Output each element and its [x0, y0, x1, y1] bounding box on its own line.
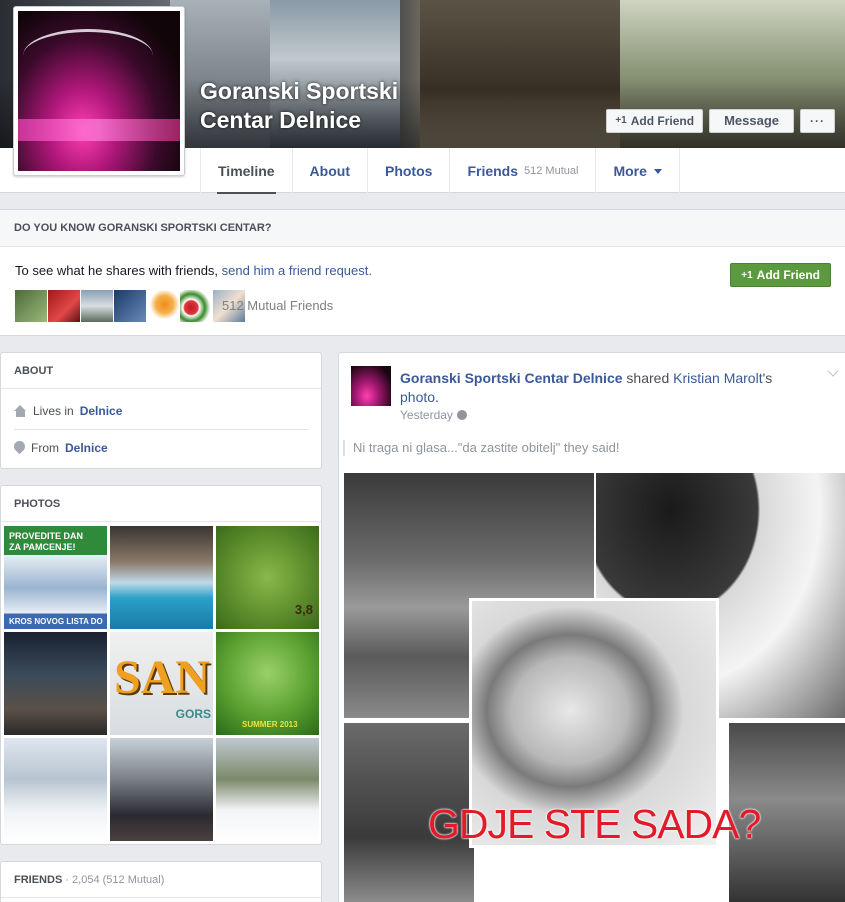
post-timestamp: Yesterday: [400, 408, 467, 422]
tab-timeline[interactable]: Timeline: [200, 148, 293, 194]
photo-caption: SUMMER 2013: [242, 720, 298, 729]
add-friend-icon: +1: [741, 269, 753, 281]
add-friend-label: Add Friend: [756, 268, 820, 282]
from-link[interactable]: Delnice: [65, 441, 108, 455]
photo-thumb[interactable]: SAN GORS: [110, 632, 213, 735]
profile-picture[interactable]: [13, 6, 185, 176]
friend-suggestion-box: DO YOU KNOW GORANSKI SPORTSKI CENTAR? To…: [0, 209, 845, 336]
post-photo[interactable]: GDJE STE SADA?: [344, 473, 845, 902]
friends-count: · 2,054 (512 Mutual): [62, 874, 165, 886]
suggestion-heading: DO YOU KNOW GORANSKI SPORTSKI CENTAR?: [0, 210, 845, 247]
photo-thumb[interactable]: [4, 632, 107, 735]
timestamp-link[interactable]: Yesterday: [400, 408, 453, 422]
friends-heading[interactable]: FRIENDS · 2,054 (512 Mutual): [1, 862, 321, 898]
photo-thumb[interactable]: 3,8: [216, 526, 319, 629]
tab-about[interactable]: About: [293, 148, 368, 193]
photo-thumb[interactable]: SUMMER 2013: [216, 632, 319, 735]
tab-label: Friends: [467, 162, 519, 179]
divider: [14, 429, 308, 430]
about-heading: ABOUT: [1, 353, 321, 389]
caret-down-icon: [653, 169, 662, 174]
image-caption: GDJE STE SADA?: [428, 801, 761, 847]
globe-icon: [456, 410, 467, 420]
lives-in-prefix: Lives in: [33, 404, 74, 418]
mutual-friend-thumb[interactable]: [147, 290, 179, 322]
photos-heading: PHOTOS: [1, 486, 321, 522]
tab-label: Photos: [384, 162, 433, 179]
photo-thumb[interactable]: [216, 738, 319, 841]
post-author-avatar[interactable]: [351, 366, 391, 406]
home-icon: [14, 405, 27, 417]
mutual-friends-thumbnails: [15, 290, 246, 322]
friends-card: FRIENDS · 2,054 (512 Mutual): [0, 861, 322, 902]
timeline-post: Goranski Sportski Centar Delnice shared …: [338, 352, 845, 902]
from-row: From Delnice: [14, 441, 108, 455]
tab-more[interactable]: More: [596, 148, 680, 193]
post-message: Ni traga ni glasa..."da zastite obitelj"…: [343, 440, 619, 456]
period: .: [435, 389, 439, 405]
profile-name[interactable]: Goranski Sportski Centar Delnice: [200, 77, 430, 135]
photo-caption: GORS: [175, 707, 211, 721]
photo-thumb[interactable]: [110, 738, 213, 841]
lives-in-link[interactable]: Delnice: [80, 404, 123, 418]
mutual-count: 512 Mutual: [524, 164, 579, 177]
photo-caption: SAN: [114, 651, 211, 704]
photos-card: PHOTOS PROVEDITE DAN ZA PAMCENJE! KROS N…: [0, 485, 322, 845]
photo-thumb[interactable]: PROVEDITE DAN ZA PAMCENJE! KROS NOVOG LI…: [4, 526, 107, 629]
more-options-button[interactable]: ···: [800, 109, 835, 133]
tab-label: About: [309, 162, 350, 179]
send-friend-request-link[interactable]: send him a friend request.: [222, 263, 372, 278]
photo-caption: 3,8: [294, 602, 313, 617]
mutual-friend-thumb[interactable]: [180, 290, 212, 322]
tab-photos[interactable]: Photos: [368, 148, 451, 193]
post-header: Goranski Sportski Centar Delnice shared …: [400, 369, 810, 407]
friends-heading-label: FRIENDS: [14, 874, 63, 886]
shared-from-link[interactable]: Kristian Marolt: [673, 370, 762, 386]
message-button[interactable]: Message: [709, 109, 794, 133]
suggestion-text: To see what he shares with friends, send…: [15, 263, 372, 278]
profile-image: [18, 11, 180, 171]
add-friend-button[interactable]: +1 Add Friend: [606, 109, 704, 133]
post-author-link[interactable]: Goranski Sportski Centar Delnice: [400, 370, 623, 386]
tab-bar: Timeline About Photos Friends 512 Mutual …: [200, 148, 680, 194]
photo-thumb[interactable]: [110, 526, 213, 629]
add-friend-icon: +1: [615, 115, 627, 126]
about-card: ABOUT Lives in Delnice From Delnice: [0, 352, 322, 469]
cover-actions: +1 Add Friend Message ···: [606, 109, 835, 133]
possessive: 's: [762, 370, 773, 386]
chevron-down-icon[interactable]: [827, 365, 839, 377]
from-prefix: From: [31, 441, 59, 455]
mutual-friend-thumb[interactable]: [15, 290, 47, 322]
add-friend-green-button[interactable]: +1 Add Friend: [730, 263, 831, 287]
mutual-friends-count[interactable]: 512 Mutual Friends: [222, 298, 333, 313]
shared-word: shared: [622, 370, 674, 386]
photo-thumb[interactable]: [4, 738, 107, 841]
mutual-friend-thumb[interactable]: [81, 290, 113, 322]
photo-grid: PROVEDITE DAN ZA PAMCENJE! KROS NOVOG LI…: [4, 526, 319, 841]
lives-in-row: Lives in Delnice: [14, 404, 122, 418]
location-pin-icon: [14, 441, 25, 455]
add-friend-label: Add Friend: [630, 114, 695, 128]
photo-caption: PROVEDITE DAN ZA PAMCENJE!: [9, 531, 84, 552]
shared-photo-link[interactable]: photo: [400, 389, 435, 405]
suggestion-text-prefix: To see what he shares with friends,: [15, 263, 222, 278]
mutual-friend-thumb[interactable]: [114, 290, 146, 322]
tab-label: Timeline: [218, 162, 275, 179]
mutual-friend-thumb[interactable]: [48, 290, 80, 322]
photo-caption: KROS NOVOG LISTA DO: [9, 617, 103, 626]
tab-label: More: [613, 162, 647, 179]
tab-friends[interactable]: Friends 512 Mutual: [450, 148, 597, 193]
